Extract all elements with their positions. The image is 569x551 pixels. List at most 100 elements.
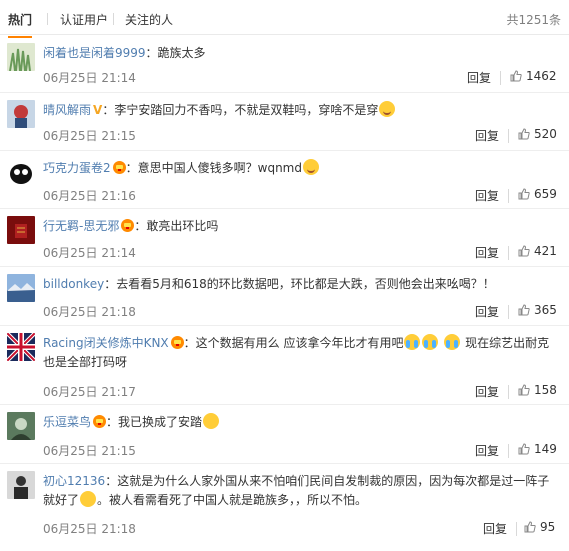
action-divider — [500, 71, 501, 85]
action-divider — [508, 246, 509, 260]
username-link[interactable]: 晴风解雨 — [43, 103, 91, 117]
member-crown-icon — [170, 336, 184, 349]
comment-text: ：意思中国人傻钱多啊？wqnmd — [125, 161, 302, 175]
reply-button[interactable]: 回复 — [483, 520, 507, 537]
comment-time: 06月25日 21:14 — [43, 71, 136, 85]
reply-button[interactable]: 回复 — [475, 127, 499, 144]
comment-line: 巧克力蛋卷2 ：意思中国人傻钱多啊？wqnmd — [43, 159, 559, 178]
comment-line: 乐逗菜鸟 ：我已换成了安踏 — [43, 413, 559, 432]
comment-item: 晴风解雨 V：李宁安踏回力不香吗，不就是双鞋吗，穿啥不是穿 06月25日 21:1… — [0, 93, 569, 151]
comment-item: 乐逗菜鸟 ：我已换成了安踏 06月25日 21:15 回复 149 — [0, 405, 569, 464]
comment-item: 行无羁-思无邪 ：敢亮出环比吗 06月25日 21:14 回复 421 — [0, 209, 569, 267]
avatar[interactable] — [7, 100, 35, 128]
avatar[interactable] — [7, 412, 35, 440]
comment-text: ：去看看5月和618的环比数据吧，环比都是大跌，否则他会出来吆喝？！ — [104, 277, 495, 291]
comment-time: 06月25日 21:15 — [43, 444, 136, 458]
comment-time: 06月25日 21:16 — [43, 189, 136, 203]
like-count: 149 — [534, 442, 557, 456]
comment-line: 闲着也是闲着9999：跪族太多 — [43, 44, 559, 63]
reply-button[interactable]: 回复 — [467, 69, 491, 86]
like-button[interactable]: 95 — [524, 520, 555, 534]
tab-divider — [47, 13, 48, 25]
like-count: 520 — [534, 127, 557, 141]
comment-item: billdonkey：去看看5月和618的环比数据吧，环比都是大跌，否则他会出来… — [0, 267, 569, 326]
username-link[interactable]: 闲着也是闲着9999 — [43, 46, 146, 60]
comment-item: 闲着也是闲着9999：跪族太多 06月25日 21:14 回复 1462 — [0, 36, 569, 93]
like-count: 95 — [540, 520, 556, 534]
comment-text: ：李宁安踏回力不香吗，不就是双鞋吗，穿啥不是穿 — [102, 103, 379, 117]
like-button[interactable]: 659 — [518, 187, 557, 201]
comment-text: ：敢亮出环比吗 — [134, 219, 219, 233]
emoji-icon — [379, 101, 396, 117]
like-count: 659 — [534, 187, 557, 201]
avatar[interactable] — [7, 158, 35, 186]
tab-verified-users[interactable]: 认证用户 — [60, 11, 108, 28]
cry-emoji-icon — [444, 334, 461, 350]
username-link[interactable]: 巧克力蛋卷2 — [43, 161, 111, 175]
member-crown-icon — [121, 219, 135, 232]
thumbs-up-icon — [518, 384, 530, 396]
comment-line: 行无羁-思无邪 ：敢亮出环比吗 — [43, 217, 559, 236]
thumbs-up-icon — [524, 521, 536, 533]
username-link[interactable]: 行无羁-思无邪 — [43, 219, 119, 233]
cry-emoji-icon — [422, 334, 439, 350]
member-crown-icon — [93, 415, 107, 428]
reply-button[interactable]: 回复 — [475, 303, 499, 320]
avatar[interactable] — [7, 274, 35, 302]
comment-line: 初心12136：这就是为什么人家外国从来不怕咱们民间自发制裁的原因，因为每次都是… — [43, 472, 559, 510]
like-button[interactable]: 149 — [518, 442, 557, 456]
like-button[interactable]: 158 — [518, 383, 557, 397]
username-link[interactable]: billdonkey — [43, 277, 104, 291]
tab-following[interactable]: 关注的人 — [125, 11, 173, 28]
comment-item: 初心12136：这就是为什么人家外国从来不怕咱们民间自发制裁的原因，因为每次都是… — [0, 464, 569, 551]
thumbs-up-icon — [510, 70, 522, 82]
tab-hot[interactable]: 热门 — [8, 11, 33, 38]
username-link[interactable]: 初心12136 — [43, 474, 105, 488]
like-count: 1462 — [526, 69, 557, 83]
action-divider — [508, 189, 509, 203]
comment-text: ：我已换成了安踏 — [106, 415, 203, 429]
avatar[interactable] — [7, 216, 35, 244]
comment-time: 06月25日 21:15 — [43, 129, 136, 143]
comment-item: 巧克力蛋卷2 ：意思中国人傻钱多啊？wqnmd 06月25日 21:16 回复 6… — [0, 151, 569, 209]
comment-text-continued: 。被人看需看死了中国人就是跪族多，，所以不怕。 — [97, 493, 368, 507]
tab-divider — [113, 13, 114, 25]
comment-time: 06月25日 21:17 — [43, 385, 136, 399]
comment-item: Racing闭关修炼中KNX ：这个数据有用么 应该拿今年比才有用吧 现在综艺出耐… — [0, 326, 569, 405]
avatar[interactable] — [7, 471, 35, 499]
like-count: 365 — [534, 303, 557, 317]
action-divider — [508, 444, 509, 458]
comment-line: 晴风解雨 V：李宁安踏回力不香吗，不就是双鞋吗，穿啥不是穿 — [43, 101, 559, 120]
reply-button[interactable]: 回复 — [475, 383, 499, 400]
like-count: 158 — [534, 383, 557, 397]
action-divider — [508, 305, 509, 319]
thumbs-up-emoji-icon — [203, 413, 220, 429]
reply-button[interactable]: 回复 — [475, 187, 499, 204]
comment-text: ：跪族太多 — [145, 46, 206, 60]
like-button[interactable]: 421 — [518, 244, 557, 258]
username-link[interactable]: 乐逗菜鸟 — [43, 415, 91, 429]
comment-time: 06月25日 21:18 — [43, 522, 136, 536]
avatar[interactable] — [7, 43, 35, 71]
comment-line: Racing闭关修炼中KNX ：这个数据有用么 应该拿今年比才有用吧 现在综艺出耐… — [43, 334, 559, 372]
comment-text: ：这个数据有用么 应该拿今年比才有用吧 — [183, 336, 404, 350]
like-count: 421 — [534, 244, 557, 258]
comment-time: 06月25日 21:18 — [43, 305, 136, 319]
thumbs-up-icon — [518, 128, 530, 140]
username-link[interactable]: Racing闭关修炼中KNX — [43, 336, 169, 350]
like-button[interactable]: 520 — [518, 127, 557, 141]
like-button[interactable]: 365 — [518, 303, 557, 317]
thumbs-up-icon — [518, 188, 530, 200]
cry-emoji-icon — [404, 334, 421, 350]
member-crown-icon — [112, 161, 126, 174]
comment-line: billdonkey：去看看5月和618的环比数据吧，环比都是大跌，否则他会出来… — [43, 275, 559, 294]
avatar[interactable] — [7, 333, 35, 361]
comment-time: 06月25日 21:14 — [43, 246, 136, 260]
action-divider — [508, 385, 509, 399]
thumbs-up-icon — [518, 245, 530, 257]
reply-button[interactable]: 回复 — [475, 244, 499, 261]
emoji-icon — [303, 159, 319, 175]
like-button[interactable]: 1462 — [510, 69, 557, 83]
action-divider — [516, 522, 517, 536]
reply-button[interactable]: 回复 — [475, 442, 499, 459]
